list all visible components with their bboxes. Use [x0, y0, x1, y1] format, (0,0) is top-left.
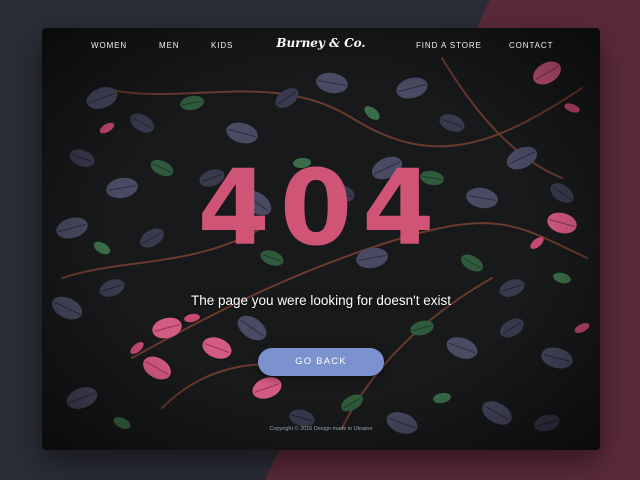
nav-item-kids[interactable]: KIDS: [211, 41, 233, 50]
error-message: The page you were looking for doesn't ex…: [191, 293, 451, 308]
go-back-button[interactable]: GO BACK: [258, 348, 384, 376]
top-navigation: WOMEN MEN KIDS FIND A STORE CONTACT: [42, 28, 600, 68]
nav-item-women[interactable]: WOMEN: [91, 41, 127, 50]
page-frame: WOMEN MEN KIDS FIND A STORE CONTACT Burn…: [42, 28, 600, 450]
copyright-text: Copyright © 2016 Design made in Ukraine: [269, 426, 373, 432]
nav-item-find-a-store[interactable]: FIND A STORE: [416, 41, 482, 50]
error-code: 404: [197, 147, 445, 269]
nav-item-men[interactable]: MEN: [159, 41, 179, 50]
nav-item-contact[interactable]: CONTACT: [509, 41, 553, 50]
